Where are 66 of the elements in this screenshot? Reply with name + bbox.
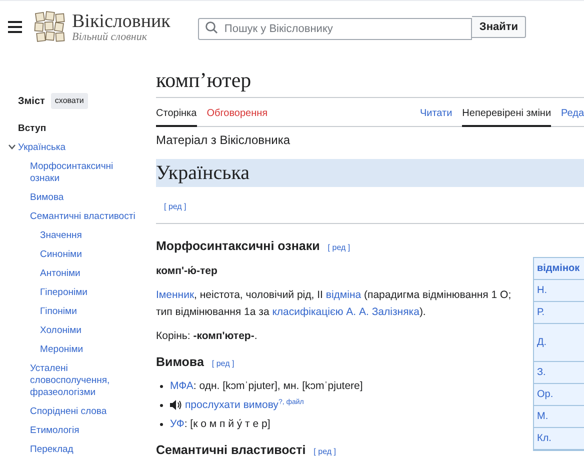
toc-link[interactable]: Значення [40,230,82,242]
list-item: МФА: одн. [kɔmˈpjuter], мн. [kɔmˈpjutere] [170,378,363,394]
toc-link[interactable]: Гіпоніми [40,306,77,318]
section-heading: Семантичні властивості [156,442,306,458]
tab[interactable]: Неперевірені зміни [462,102,552,127]
edit-link[interactable]: [ ред ] [328,242,350,254]
paragraph: Корінь: -комп'ютер-. [156,328,258,344]
paragraph: комп'-ю́-тер [156,264,218,279]
toc-link[interactable]: Вступ [18,123,46,135]
subtitle: Матеріал з Вікісловника [156,132,292,149]
toc-link[interactable]: Семантичні властивості [30,211,136,223]
edit-link[interactable]: [ ред ] [314,446,336,458]
hide-button[interactable]: сховати [50,93,88,109]
chevron-icon[interactable] [6,142,18,150]
superscript-link[interactable]: ? [278,399,282,406]
page-title: комп’ютер [156,67,584,98]
link[interactable]: класифікацією А. А. Залізняка [272,306,420,318]
table-cell: Ор. [534,384,584,406]
table-cell: Д. [534,324,584,362]
section-heading: Морфосинтаксичні ознаки [156,238,320,255]
table-header: відмінок [534,258,584,280]
link[interactable]: МФА [170,380,194,392]
tab[interactable]: Читати [420,102,452,127]
toc-link[interactable]: Усталені словосполучення, фразеологізми [30,363,138,399]
superscript-link[interactable]: файл [286,399,304,406]
search-icon [205,21,218,34]
link[interactable]: відміна [326,288,362,301]
toc-link[interactable]: Українська [18,142,66,154]
tab[interactable]: Обговорення [206,102,268,127]
edit-link[interactable]: [ ред ] [212,358,234,370]
table-cell: Р. [534,302,584,324]
link[interactable]: прослухати вимову [185,398,278,410]
toc-link[interactable]: Гіпероніми [40,287,88,299]
site-title[interactable]: Вікісловник [72,12,170,30]
search-button[interactable]: Знайти [472,16,526,38]
tab[interactable]: Реда [561,102,584,127]
toc-link[interactable]: Переклад [30,444,74,456]
paragraph: Іменник, неістота, чоловічий рід, II відміна (парадигма відмінювання 1 О; тип відмінювання 1a за класифікацією А. А. Залізняка). [156,288,512,320]
edit-link[interactable]: [ ред ] [164,202,186,211]
toc-link[interactable]: Мероніми [40,344,84,356]
toc-link[interactable]: Етимологія [30,425,80,437]
toc-link[interactable]: Морфосинтаксичні ознаки [30,161,138,185]
bullet-icon [160,422,163,426]
list-item: УФ: [к о м п й у́ т е р] [170,416,270,432]
toc-link[interactable]: Холоніми [40,325,82,337]
table-cell: М. [534,406,584,428]
search-field[interactable]: Пошук у Вікісловнику [198,18,472,40]
link[interactable]: УФ [170,418,184,430]
language-heading: Українська [156,161,250,186]
tab[interactable]: Сторінка [156,102,197,127]
toc-link[interactable]: Споріднені слова [30,406,107,418]
table-cell: З. [534,362,584,384]
site-tagline: Вільний словник [72,32,148,42]
toc-link[interactable]: Синоніми [40,249,82,261]
table-cell: Н. [534,280,584,302]
toc-link[interactable]: Вимова [30,192,64,204]
logo-icon[interactable] [34,11,66,43]
section-heading: Вимова [156,354,204,371]
bullet-icon [160,404,163,406]
table-cell: Кл. [534,428,584,450]
link[interactable]: Іменник [156,288,194,301]
toc-title: Зміст [18,94,45,108]
bullet-icon [160,384,163,388]
speaker-icon[interactable] [170,400,182,410]
menu-icon[interactable] [8,21,22,33]
toc-link[interactable]: Антоніми [40,268,80,280]
